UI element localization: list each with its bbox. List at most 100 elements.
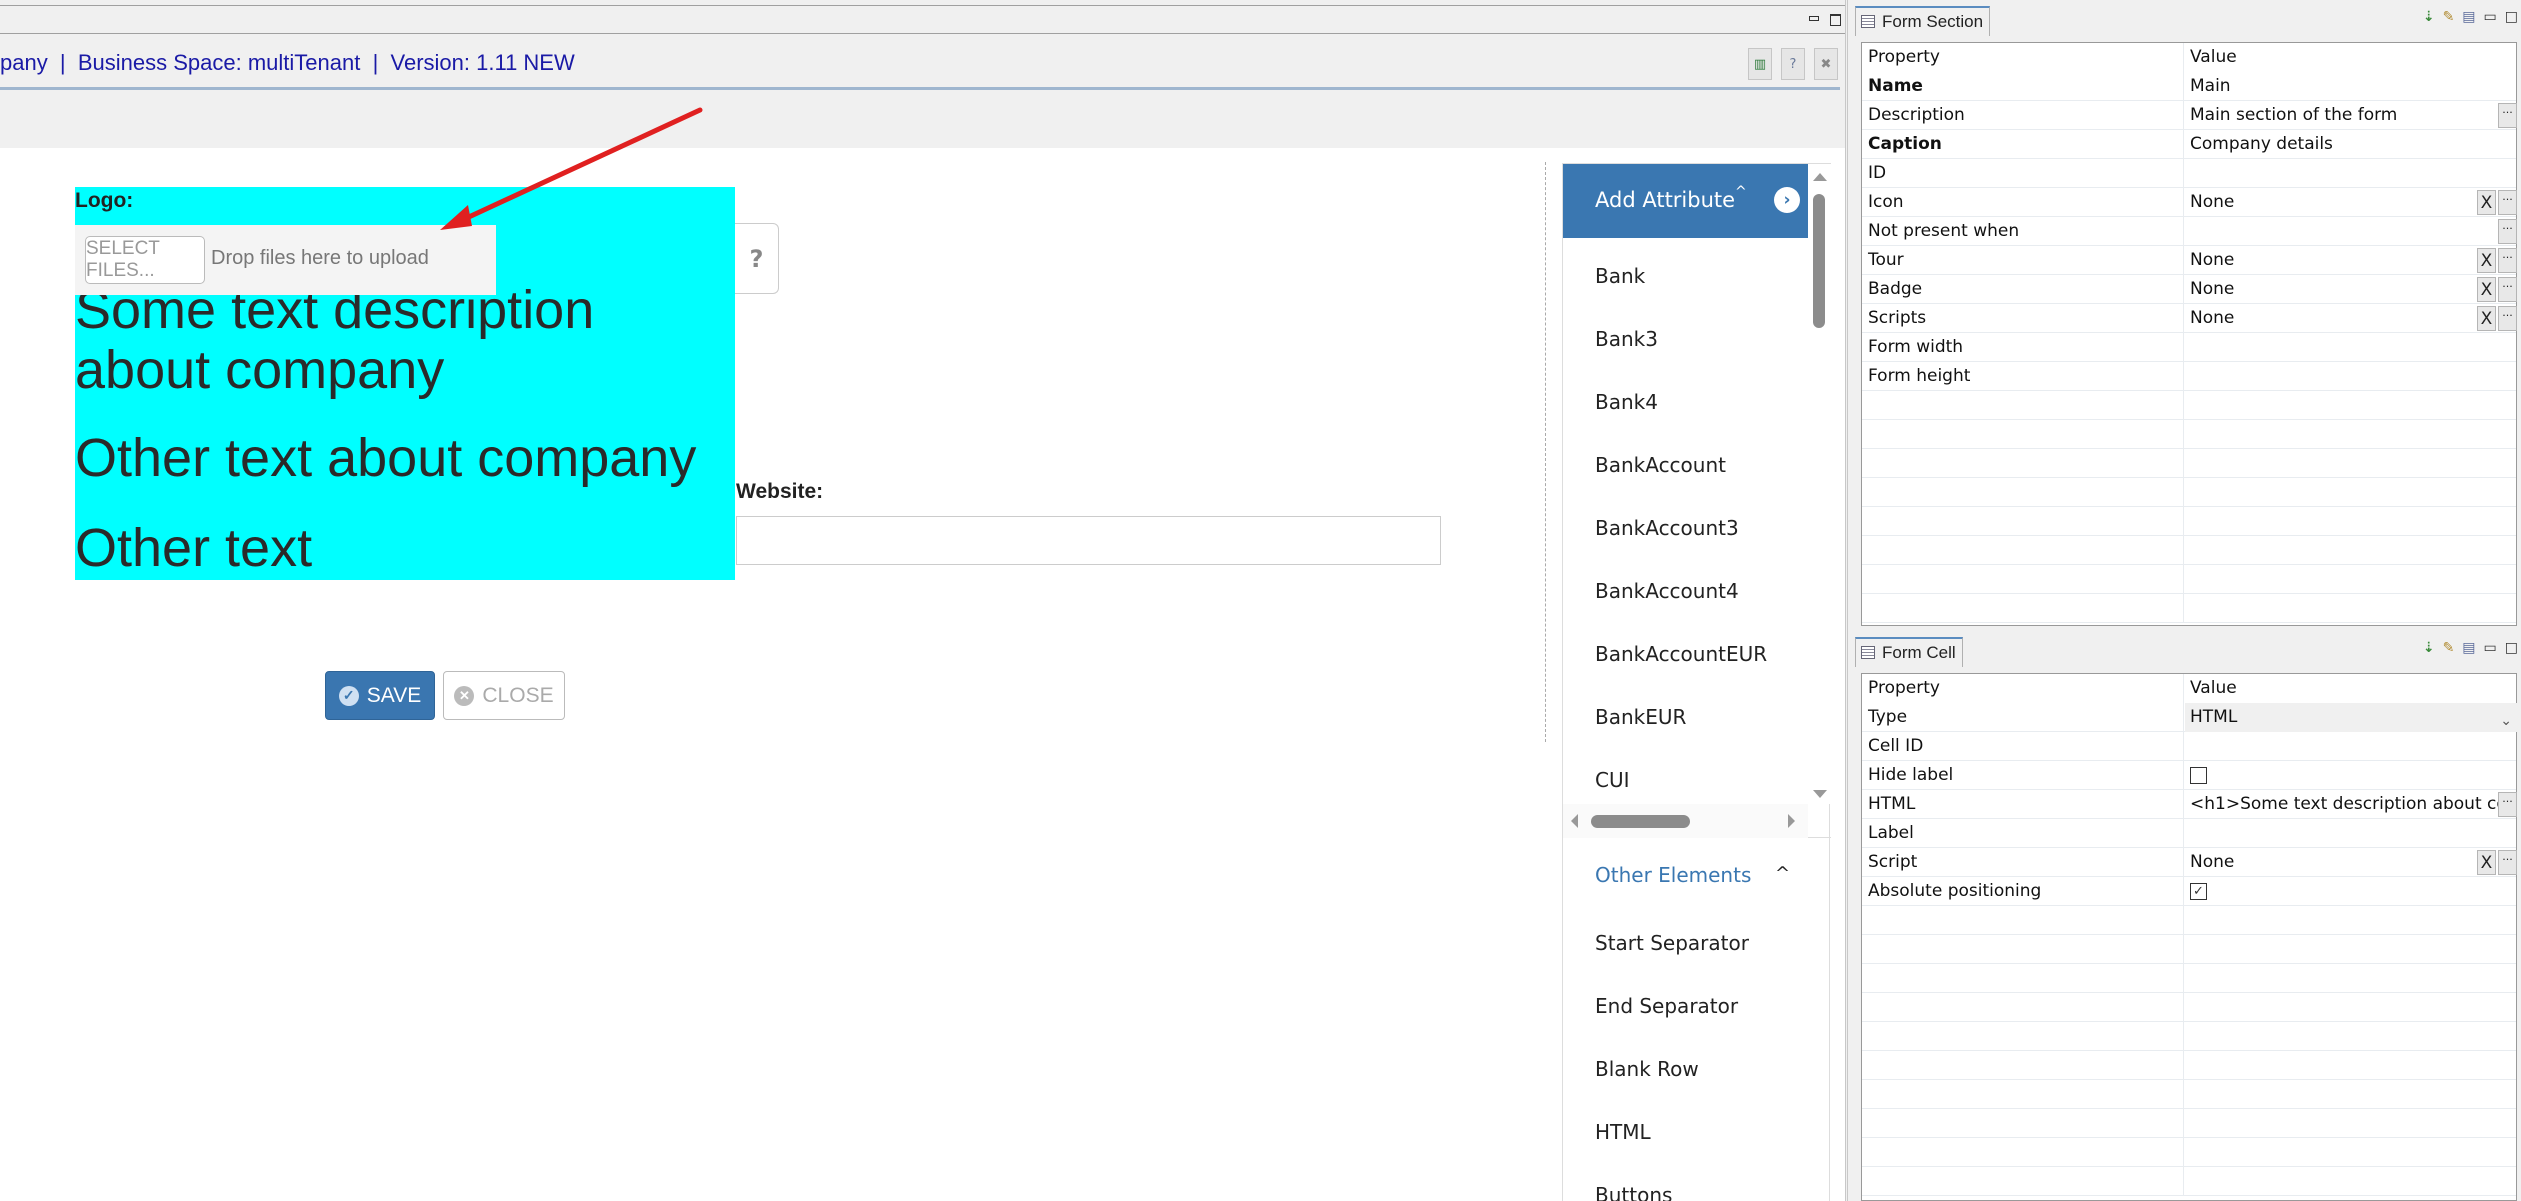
attribute-item[interactable]: BankAccount4 <box>1595 579 1739 603</box>
ellipsis-button[interactable]: ... <box>2498 190 2517 215</box>
sort-az-icon[interactable]: ⇣ <box>2423 9 2435 25</box>
property-row[interactable]: Type HTML ⌄ <box>1862 703 2518 732</box>
property-value[interactable] <box>2185 732 2518 761</box>
clear-button[interactable]: X <box>2477 277 2496 302</box>
help-button[interactable]: ? <box>1781 48 1805 80</box>
close-button[interactable]: ✕ CLOSE <box>443 671 565 720</box>
select-files-button[interactable]: SELECT FILES... <box>85 236 205 284</box>
tab-form-section[interactable]: Form Section <box>1855 6 1991 36</box>
ellipsis-button[interactable]: ... <box>2498 219 2517 244</box>
checkbox[interactable]: ✓ <box>2190 883 2207 900</box>
minimize-icon[interactable] <box>1808 14 1820 24</box>
property-row[interactable]: Script None X... <box>1862 848 2518 877</box>
property-value[interactable] <box>2185 761 2518 790</box>
property-value[interactable]: None X... <box>2185 275 2518 304</box>
element-item[interactable]: HTML <box>1595 1120 1651 1144</box>
attribute-item[interactable]: Bank3 <box>1595 327 1658 351</box>
element-item[interactable]: Start Separator <box>1595 931 1749 955</box>
other-elements-header[interactable]: Other Elements <box>1595 863 1751 887</box>
property-value[interactable]: Main section of the form... <box>2185 101 2518 130</box>
property-value[interactable]: Main <box>2185 72 2518 101</box>
attribute-item[interactable]: BankAccount3 <box>1595 516 1739 540</box>
chevron-down-icon[interactable]: ⌄ <box>2500 707 2512 732</box>
ellipsis-button[interactable]: ... <box>2498 850 2517 875</box>
property-row[interactable]: Badge None X... <box>1862 275 2518 304</box>
property-row[interactable]: HTML <h1>Some text description about co..… <box>1862 790 2518 819</box>
table-icon[interactable]: ▤ <box>2462 640 2475 656</box>
property-row[interactable]: Absolute positioning ✓ <box>1862 877 2516 906</box>
property-value[interactable] <box>2185 159 2518 188</box>
property-value[interactable]: None X... <box>2185 848 2518 877</box>
property-value[interactable] <box>2185 362 2518 391</box>
attribute-item[interactable]: BankAccountEUR <box>1595 642 1767 666</box>
property-row[interactable]: Label <box>1862 819 2516 848</box>
clear-button[interactable]: X <box>2477 248 2496 273</box>
filter-edit-icon[interactable]: ✎ <box>2443 640 2455 656</box>
ellipsis-button[interactable]: ... <box>2498 103 2517 128</box>
property-value[interactable]: ✓ <box>2185 877 2518 906</box>
maximize-icon[interactable]: □ <box>2505 640 2518 656</box>
ellipsis-button[interactable]: ... <box>2498 792 2517 817</box>
vertical-scrollbar[interactable] <box>1808 164 1830 804</box>
checkbox[interactable] <box>2190 767 2207 784</box>
property-row[interactable]: Icon None X... <box>1862 188 2518 217</box>
property-row[interactable]: Scripts None X... <box>1862 304 2518 333</box>
sort-az-icon[interactable]: ⇣ <box>2423 640 2435 656</box>
property-value[interactable]: HTML ⌄ <box>2185 703 2518 732</box>
property-row[interactable]: Form height <box>1862 362 2516 391</box>
file-upload-dropzone[interactable]: SELECT FILES... Drop files here to uploa… <box>75 225 496 295</box>
scroll-left-icon[interactable] <box>1571 814 1578 828</box>
property-value[interactable]: ... <box>2185 217 2518 246</box>
property-value[interactable]: <h1>Some text description about co... <box>2185 790 2518 819</box>
ellipsis-button[interactable]: ... <box>2498 277 2517 302</box>
property-row[interactable]: Caption Company details <box>1862 130 2516 159</box>
attribute-item[interactable]: Bank4 <box>1595 390 1658 414</box>
minimize-icon[interactable]: ▭ <box>2484 640 2497 656</box>
element-item[interactable]: Blank Row <box>1595 1057 1699 1081</box>
maximize-icon[interactable] <box>1830 14 1842 26</box>
tab-form-cell[interactable]: Form Cell <box>1855 637 1963 667</box>
website-input[interactable] <box>736 516 1441 565</box>
property-row[interactable]: Form width <box>1862 333 2516 362</box>
scroll-up-icon[interactable] <box>1813 173 1827 181</box>
horizontal-scrollbar[interactable] <box>1563 804 1808 838</box>
attribute-item[interactable]: CUI <box>1595 768 1630 792</box>
property-row[interactable]: Cell ID <box>1862 732 2516 761</box>
ellipsis-button[interactable]: ... <box>2498 248 2517 273</box>
element-item[interactable]: Buttons <box>1595 1183 1672 1201</box>
property-row[interactable]: Tour None X... <box>1862 246 2518 275</box>
element-item[interactable]: End Separator <box>1595 994 1738 1018</box>
property-row[interactable]: Name Main <box>1862 72 2516 101</box>
scroll-down-icon[interactable] <box>1813 790 1827 798</box>
property-row[interactable]: Description Main section of the form... <box>1862 101 2518 130</box>
filter-edit-icon[interactable]: ✎ <box>2443 9 2455 25</box>
chevron-up-icon[interactable]: ^ <box>1775 863 1790 884</box>
clear-button[interactable]: X <box>2477 190 2496 215</box>
property-value[interactable]: None X... <box>2185 188 2518 217</box>
ellipsis-button[interactable]: ... <box>2498 306 2517 331</box>
property-value[interactable]: None X... <box>2185 304 2518 333</box>
attribute-item[interactable]: Bank <box>1595 264 1645 288</box>
property-value[interactable]: Company details <box>2185 130 2518 159</box>
scroll-thumb[interactable] <box>1591 815 1690 828</box>
clear-button[interactable]: X <box>2477 306 2496 331</box>
property-value[interactable]: None X... <box>2185 246 2518 275</box>
scroll-right-icon[interactable] <box>1788 814 1795 828</box>
save-button[interactable]: ✓ SAVE <box>325 671 435 720</box>
table-icon[interactable]: ▤ <box>2462 9 2475 25</box>
preview-button[interactable]: ▥ <box>1748 48 1772 80</box>
attribute-item[interactable]: BankAccount <box>1595 453 1726 477</box>
chevron-right-circle-icon[interactable]: › <box>1774 187 1800 213</box>
property-row[interactable]: Not present when... <box>1862 217 2518 246</box>
scroll-thumb[interactable] <box>1813 194 1825 328</box>
minimize-icon[interactable]: ▭ <box>2484 9 2497 25</box>
property-row[interactable]: ID <box>1862 159 2516 188</box>
close-editor-button[interactable]: ✖ <box>1814 48 1838 80</box>
property-value[interactable] <box>2185 819 2518 848</box>
add-attribute-header[interactable]: Add Attribute ^ › <box>1563 164 1808 238</box>
clear-button[interactable]: X <box>2477 850 2496 875</box>
attribute-item[interactable]: BankEUR <box>1595 705 1686 729</box>
maximize-icon[interactable]: □ <box>2505 9 2518 25</box>
property-row[interactable]: Hide label <box>1862 761 2516 790</box>
property-value[interactable] <box>2185 333 2518 362</box>
